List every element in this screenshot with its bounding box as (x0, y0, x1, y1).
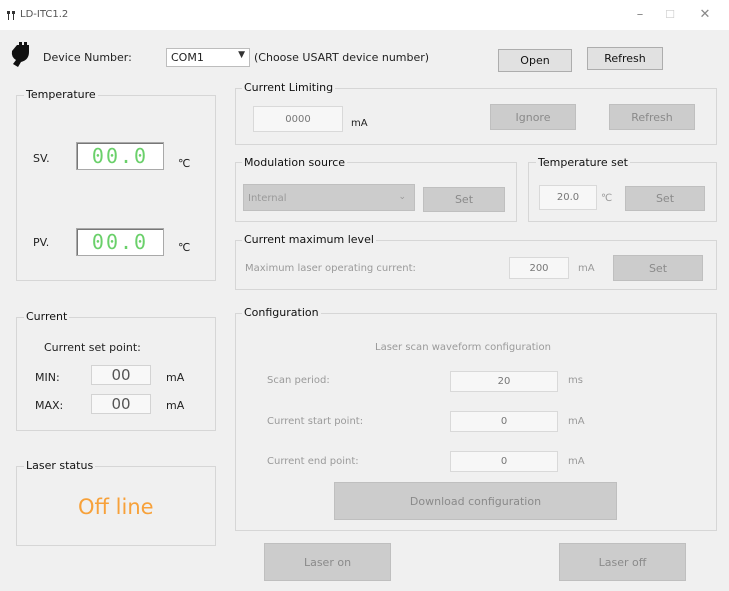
app-window: LD-ITC1.2 – ☐ ✕ Device Number: COM1 ▼ (C… (0, 0, 729, 591)
current-max-title: Current maximum level (242, 233, 376, 247)
current-setpoint-label: Current set point: (44, 341, 141, 354)
pv-unit: ℃ (178, 241, 191, 254)
temperature-title: Temperature (24, 88, 98, 102)
app-icon (7, 11, 15, 20)
current-limit-refresh-button[interactable]: Refresh (609, 104, 695, 130)
current-max-input[interactable]: 200 (509, 257, 569, 279)
laser-status-title: Laser status (24, 459, 96, 473)
title-bar: LD-ITC1.2 – ☐ ✕ (0, 0, 729, 30)
current-max-set-button[interactable]: Set (613, 255, 703, 281)
current-max-label: Maximum laser operating current: (245, 263, 416, 274)
plug-icon (11, 42, 29, 67)
pv-label: PV. (33, 236, 50, 249)
minimize-button[interactable]: – (625, 4, 655, 26)
maximize-button[interactable]: ☐ (655, 4, 685, 26)
min-unit: mA (166, 371, 185, 384)
sv-label: SV. (33, 152, 50, 165)
device-hint: (Choose USART device number) (254, 51, 430, 64)
configuration-subtitle: Laser scan waveform configuration (375, 342, 551, 353)
max-unit: mA (166, 399, 185, 412)
current-max-unit: mA (578, 263, 595, 274)
min-label: MIN: (35, 371, 60, 384)
chevron-down-icon: ⌄ (398, 192, 406, 202)
current-start-input[interactable]: 0 (450, 411, 558, 432)
open-button[interactable]: Open (498, 49, 572, 72)
download-configuration-button[interactable]: Download configuration (334, 482, 617, 520)
close-button[interactable]: ✕ (690, 4, 720, 26)
modulation-value: Internal (248, 193, 287, 204)
current-title: Current (24, 310, 70, 324)
ignore-button[interactable]: Ignore (490, 104, 576, 130)
modulation-select[interactable]: Internal ⌄ (243, 184, 415, 211)
laser-status-value: Off line (78, 495, 154, 519)
current-end-label: Current end point: (267, 456, 359, 467)
device-number-label: Device Number: (43, 51, 132, 64)
modulation-set-button[interactable]: Set (423, 187, 505, 212)
pv-display: 00.0 (76, 228, 164, 256)
scan-period-label: Scan period: (267, 375, 330, 386)
configuration-title: Configuration (242, 306, 321, 320)
window-title: LD-ITC1.2 (20, 9, 69, 20)
sv-unit: ℃ (178, 157, 191, 170)
sv-display: 00.0 (76, 142, 164, 170)
device-refresh-button[interactable]: Refresh (587, 47, 663, 70)
laser-off-button[interactable]: Laser off (559, 543, 686, 581)
current-start-label: Current start point: (267, 416, 364, 427)
scan-period-input[interactable]: 20 (450, 371, 558, 392)
temperature-set-unit: ℃ (601, 193, 613, 204)
laser-on-button[interactable]: Laser on (264, 543, 391, 581)
com-port-value: COM1 (171, 51, 204, 64)
com-port-select[interactable]: COM1 ▼ (166, 48, 250, 67)
max-label: MAX: (35, 399, 64, 412)
modulation-title: Modulation source (242, 156, 348, 170)
current-limit-unit: mA (351, 118, 368, 129)
temperature-set-button[interactable]: Set (625, 186, 705, 211)
current-end-unit: mA (568, 456, 585, 467)
current-start-unit: mA (568, 416, 585, 427)
current-end-input[interactable]: 0 (450, 451, 558, 472)
current-limiting-title: Current Limiting (242, 81, 336, 95)
scan-period-unit: ms (568, 375, 583, 386)
temperature-set-title: Temperature set (536, 156, 630, 170)
max-value: 00 (91, 394, 151, 414)
current-limit-input[interactable]: 0000 (253, 106, 343, 132)
min-value: 00 (91, 365, 151, 385)
temperature-set-input[interactable]: 20.0 (539, 185, 597, 210)
chevron-down-icon: ▼ (238, 50, 245, 60)
